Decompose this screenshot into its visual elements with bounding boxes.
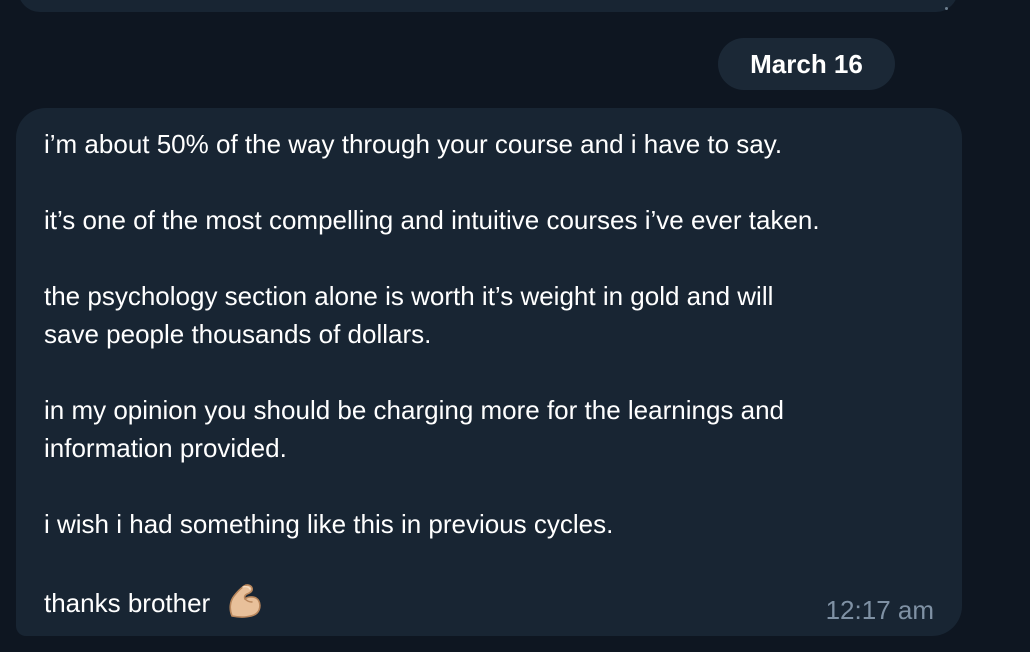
- message-line: it’s one of the most compelling and intu…: [44, 205, 820, 235]
- message-timestamp: 12:17 am: [825, 595, 934, 625]
- message-line: information provided.: [44, 433, 287, 463]
- read-indicator-icon: [945, 7, 948, 10]
- message-line: in my opinion you should be charging mor…: [44, 395, 785, 425]
- message-bubble[interactable]: i’m about 50% of the way through your co…: [16, 108, 962, 636]
- previous-message-bubble[interactable]: [18, 0, 958, 12]
- message-line: i wish i had something like this in prev…: [44, 509, 614, 539]
- message-line: save people thousands of dollars.: [44, 319, 432, 349]
- flexed-biceps-icon: [225, 582, 263, 627]
- message-line: the psychology section alone is worth it…: [44, 281, 774, 311]
- message-line: thanks brother: [44, 588, 211, 618]
- date-separator: March 16: [718, 38, 895, 90]
- message-last-line: thanks brother: [44, 582, 263, 627]
- message-line: i’m about 50% of the way through your co…: [44, 129, 783, 159]
- date-separator-label: March 16: [750, 48, 863, 79]
